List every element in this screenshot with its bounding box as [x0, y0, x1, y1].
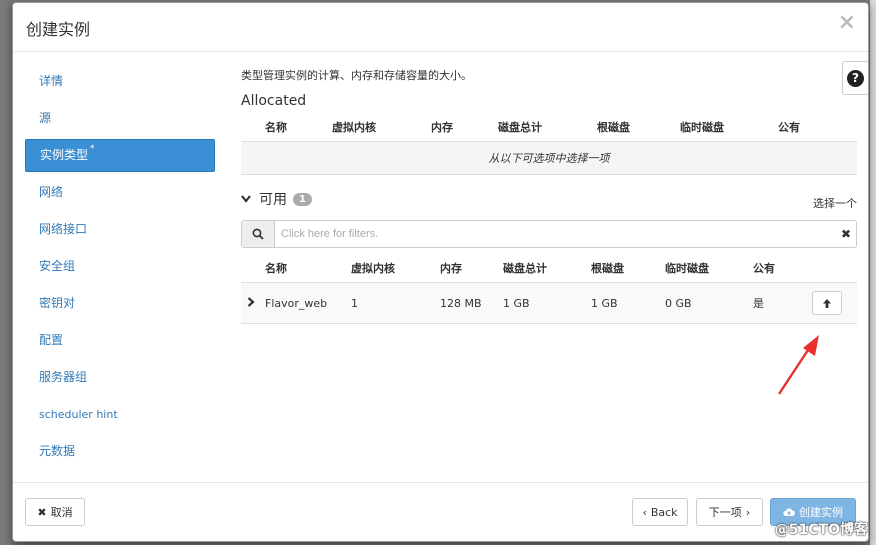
flavor-root-disk: 1 GB	[591, 282, 665, 324]
chevron-right-icon	[247, 296, 255, 307]
filter-bar: ✖	[241, 220, 857, 248]
allocated-header-spacer	[241, 113, 265, 142]
sidebar-item-server-groups[interactable]: 服务器组	[25, 359, 215, 396]
cancel-button[interactable]: ✖ 取消	[25, 498, 85, 526]
available-col-action	[812, 254, 857, 283]
available-toggle[interactable]: 可用 1	[241, 189, 312, 209]
modal-header: 创建实例 ×	[13, 3, 868, 52]
allocated-header-row: 名称 虚拟内核 内存 磁盘总计 根磁盘 临时磁盘 公有	[241, 113, 857, 142]
watermark: @51CTO博客	[774, 522, 868, 538]
flavor-name: Flavor_web	[265, 282, 351, 324]
available-header-row: 名称 虚拟内核 内存 磁盘总计 根磁盘 临时磁盘 公有	[241, 254, 857, 283]
flavor-total-disk: 1 GB	[503, 282, 591, 324]
sidebar-item-label: 实例类型	[40, 148, 89, 162]
available-col-ephemeral-disk: 临时磁盘	[665, 254, 753, 283]
available-title: 可用	[259, 192, 287, 208]
sidebar-item-networks[interactable]: 网络	[25, 174, 215, 211]
select-one-hint: 选择一个	[813, 197, 857, 210]
wizard-sidebar: 详情 源 实例类型 * 网络 网络接口 安全组 密钥对 配置 服务器组 sched…	[25, 63, 215, 470]
allocated-col-total-disk: 磁盘总计	[498, 113, 597, 142]
table-row: Flavor_web 1 128 MB 1 GB 1 GB 0 GB 是	[241, 282, 857, 324]
allocated-empty-message: 从以下可选项中选择一项	[241, 141, 857, 175]
clear-filter-icon[interactable]: ✖	[836, 221, 856, 247]
allocated-col-vcpus: 虚拟内核	[332, 113, 431, 142]
sidebar-item-details[interactable]: 详情	[25, 63, 215, 100]
allocated-col-name: 名称	[265, 113, 332, 142]
allocated-col-ephemeral-disk: 临时磁盘	[680, 113, 778, 142]
flavor-public: 是	[753, 282, 812, 324]
step-description: 类型管理实例的计算、内存和存储容量的大小。	[241, 69, 472, 82]
required-marker: *	[90, 144, 95, 154]
create-instance-modal: 创建实例 × 详情 源 实例类型 * 网络 网络接口 安全组 密钥对 配置 服务器…	[12, 2, 869, 542]
chevron-left-icon: ‹	[642, 505, 647, 519]
available-col-vcpus: 虚拟内核	[351, 254, 440, 283]
sidebar-item-label: 元数据	[39, 444, 76, 458]
modal-title: 创建实例	[26, 20, 91, 39]
cloud-upload-icon	[783, 508, 795, 516]
cancel-label: 取消	[50, 506, 73, 519]
flavor-ephemeral-disk: 0 GB	[665, 282, 753, 324]
sidebar-item-label: scheduler hint	[39, 408, 118, 421]
available-col-public: 公有	[753, 254, 812, 283]
chevron-right-icon: ›	[745, 505, 751, 519]
next-label: 下一项	[708, 506, 742, 519]
available-col-root-disk: 根磁盘	[591, 254, 665, 283]
sidebar-item-metadata[interactable]: 元数据	[25, 433, 215, 470]
sidebar-item-label: 服务器组	[39, 370, 88, 384]
flavor-ram: 128 MB	[440, 282, 503, 324]
sidebar-item-label: 网络接口	[39, 222, 88, 236]
available-col-name: 名称	[265, 254, 351, 283]
available-header-spacer	[241, 254, 265, 283]
sidebar-item-label: 安全组	[39, 259, 76, 273]
flavor-action-cell	[812, 282, 857, 324]
sidebar-item-security-groups[interactable]: 安全组	[25, 248, 215, 285]
available-count-badge: 1	[293, 192, 312, 206]
create-label: 创建实例	[799, 506, 843, 519]
close-icon[interactable]: ×	[838, 12, 856, 34]
sidebar-item-flavor[interactable]: 实例类型 *	[25, 139, 215, 172]
next-button[interactable]: 下一项 ›	[696, 498, 763, 526]
back-label: Back	[650, 505, 678, 519]
allocated-col-public: 公有	[778, 113, 857, 142]
sidebar-item-label: 配置	[39, 333, 64, 347]
allocated-title: Allocated	[241, 93, 307, 109]
sidebar-item-source[interactable]: 源	[25, 100, 215, 137]
close-icon: ✖	[37, 505, 47, 519]
sidebar-item-label: 详情	[39, 74, 64, 88]
sidebar-item-scheduler-hint[interactable]: scheduler hint	[25, 396, 215, 433]
available-table: 名称 虚拟内核 内存 磁盘总计 根磁盘 临时磁盘 公有 Flavor_web 1	[241, 254, 857, 324]
sidebar-item-label: 源	[39, 111, 52, 125]
modal-footer: ✖ 取消 ‹ Back 下一项 › 创建实例	[13, 482, 868, 541]
allocated-col-ram: 内存	[431, 113, 498, 142]
allocated-table: 名称 虚拟内核 内存 磁盘总计 根磁盘 临时磁盘 公有 从以下可选项中选择一项	[241, 113, 857, 175]
expand-row-toggle[interactable]	[241, 282, 265, 324]
flavor-vcpus: 1	[351, 282, 440, 324]
allocate-flavor-button[interactable]	[812, 291, 842, 315]
arrow-up-icon	[823, 298, 831, 308]
allocated-empty-row: 从以下可选项中选择一项	[241, 141, 857, 175]
sidebar-item-key-pair[interactable]: 密钥对	[25, 285, 215, 322]
available-col-total-disk: 磁盘总计	[503, 254, 591, 283]
search-icon	[242, 221, 275, 247]
sidebar-item-label: 密钥对	[39, 296, 76, 310]
sidebar-item-label: 网络	[39, 185, 64, 199]
available-col-ram: 内存	[440, 254, 503, 283]
filter-input[interactable]	[275, 221, 836, 247]
back-button[interactable]: ‹ Back	[632, 498, 688, 526]
sidebar-item-configuration[interactable]: 配置	[25, 322, 215, 359]
available-header: 可用 1 选择一个	[241, 187, 857, 217]
allocated-col-root-disk: 根磁盘	[597, 113, 680, 142]
chevron-down-icon	[241, 195, 251, 203]
backdrop	[870, 0, 876, 545]
sidebar-item-network-ports[interactable]: 网络接口	[25, 211, 215, 248]
flavor-step-content: 类型管理实例的计算、内存和存储容量的大小。 Allocated 名称 虚拟内核 …	[241, 61, 857, 324]
